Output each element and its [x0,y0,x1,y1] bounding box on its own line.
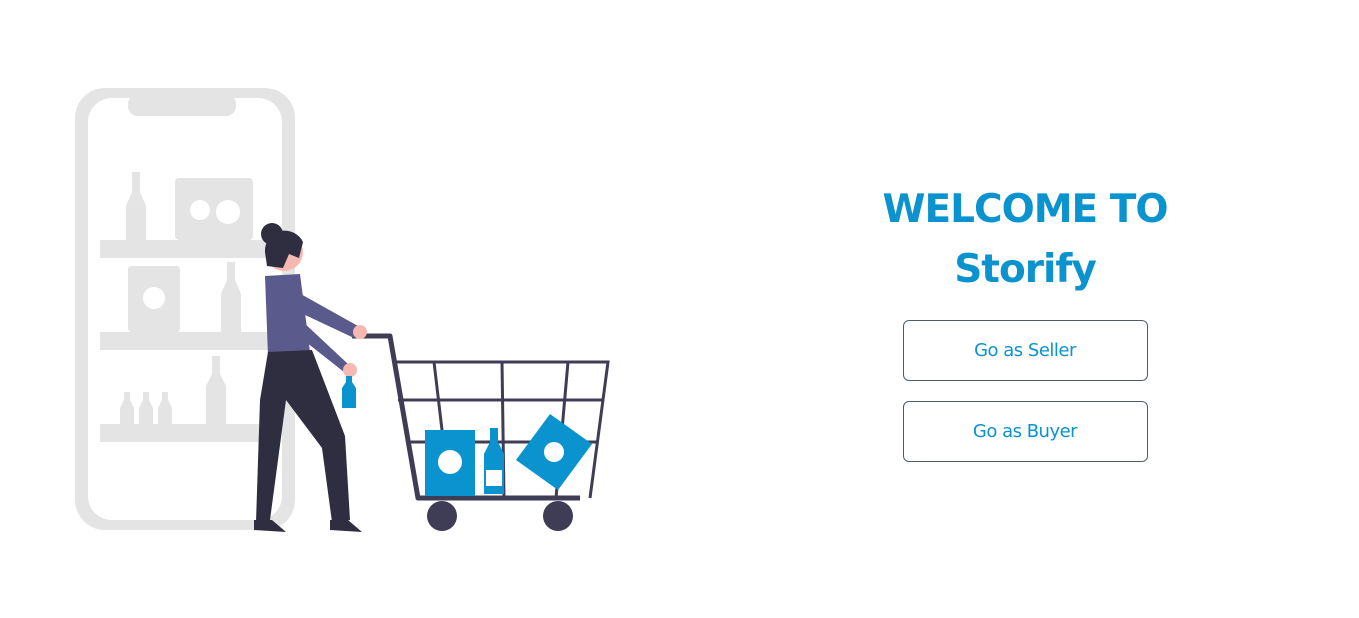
shopping-cart-illustration [75,88,610,532]
brand-name: Storify [954,247,1097,292]
go-as-buyer-button[interactable]: Go as Buyer [902,401,1148,462]
shopper-illustration [254,223,367,532]
cart-illustration [352,333,610,531]
welcome-panel: WELCOME TO Storify Go as Seller Go as Bu… [860,180,1190,462]
landing-page: WELCOME TO Storify Go as Seller Go as Bu… [0,0,1359,618]
welcome-heading: WELCOME TO Storify [882,180,1168,300]
role-actions: Go as Seller Go as Buyer [902,320,1148,462]
welcome-line-1: WELCOME TO [882,187,1168,232]
go-as-seller-button[interactable]: Go as Seller [902,320,1148,381]
